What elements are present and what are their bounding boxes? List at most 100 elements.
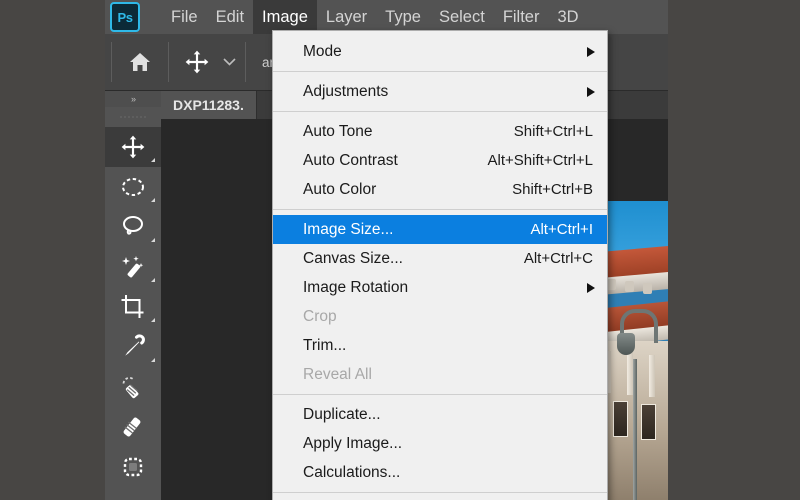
menu-select-label: Select	[438, 7, 485, 26]
chevron-down-icon	[222, 58, 236, 66]
menu-type[interactable]: Type	[376, 0, 430, 34]
menu-item-label: Apply Image...	[303, 434, 403, 452]
magic-wand-icon	[122, 256, 144, 278]
tool-flyout-indicator	[151, 318, 155, 322]
image-corbel	[607, 279, 616, 290]
menu-item-adjustments[interactable]: Adjustments	[273, 77, 607, 106]
menu-item-trim[interactable]: Trim...	[273, 331, 607, 360]
tool-magic-wand[interactable]	[105, 247, 161, 287]
menu-item-image-rotation[interactable]: Image Rotation	[273, 273, 607, 302]
image-menu-dropdown: Mode Adjustments Auto Tone Shift+Ctrl+L …	[272, 30, 608, 500]
menu-item-shortcut: Shift+Ctrl+L	[513, 123, 593, 140]
menu-select[interactable]: Select	[430, 0, 494, 34]
menu-item-shortcut: Alt+Shift+Ctrl+L	[487, 152, 593, 169]
menu-3d[interactable]: 3D	[548, 0, 587, 34]
menu-item-apply-image[interactable]: Apply Image...	[273, 429, 607, 458]
menu-item-label: Crop	[303, 307, 337, 325]
menu-item-auto-color[interactable]: Auto Color Shift+Ctrl+B	[273, 175, 607, 204]
menu-separator	[273, 209, 607, 210]
tool-flyout-indicator	[151, 278, 155, 282]
tool-eyedropper[interactable]	[105, 327, 161, 367]
tool-lasso[interactable]	[105, 207, 161, 247]
screenshot-root: Ps File Edit Image Layer Type Select Fil…	[0, 0, 800, 500]
menu-separator	[273, 71, 607, 72]
menu-separator	[273, 394, 607, 395]
tool-flyout-indicator	[151, 238, 155, 242]
menu-item-shortcut: Alt+Ctrl+C	[523, 250, 593, 267]
image-street-lamp-pole	[633, 359, 637, 500]
home-button[interactable]	[118, 40, 162, 84]
menu-item-duplicate[interactable]: Duplicate...	[273, 400, 607, 429]
tool-move[interactable]	[105, 127, 161, 167]
menu-item-label: Auto Tone	[303, 122, 373, 140]
menu-item-shortcut: Alt+Ctrl+I	[530, 221, 593, 238]
menu-item-auto-tone[interactable]: Auto Tone Shift+Ctrl+L	[273, 117, 607, 146]
tool-elliptical-marquee[interactable]	[105, 167, 161, 207]
image-column	[649, 355, 655, 397]
menu-edit[interactable]: Edit	[207, 0, 253, 34]
menu-item-label: Adjustments	[303, 82, 389, 100]
menu-filter-label: Filter	[502, 7, 540, 26]
options-divider-right	[245, 42, 246, 82]
menu-item-label: Image Size...	[303, 220, 394, 238]
document-tab-label: DXP11283.	[173, 97, 244, 113]
tool-spot-healing-brush[interactable]	[105, 367, 161, 407]
menu-item-auto-contrast[interactable]: Auto Contrast Alt+Shift+Ctrl+L	[273, 146, 607, 175]
menu-image[interactable]: Image	[253, 0, 317, 34]
lasso-tool-icon	[123, 216, 143, 235]
tool-patch[interactable]	[105, 447, 161, 487]
menu-item-mode[interactable]: Mode	[273, 37, 607, 66]
menu-filter[interactable]: Filter	[494, 0, 549, 34]
menu-item-shortcut: Shift+Ctrl+B	[512, 181, 593, 198]
document-tab[interactable]: DXP11283.	[161, 91, 257, 119]
menu-item-label: Auto Contrast	[303, 151, 398, 169]
options-divider-left	[111, 42, 112, 82]
move-tool-icon	[121, 135, 145, 159]
current-tool-button[interactable]	[175, 40, 219, 84]
options-divider-mid	[168, 42, 169, 82]
eyedropper-tool-icon	[125, 334, 145, 356]
tool-brush[interactable]	[105, 407, 161, 447]
image-street-lamp-head	[617, 333, 635, 355]
menu-file-label: File	[171, 7, 198, 26]
menu-file[interactable]: File	[162, 0, 207, 34]
menu-item-label: Calculations...	[303, 463, 401, 481]
menu-layer[interactable]: Layer	[317, 0, 376, 34]
document-image	[603, 201, 668, 500]
elliptical-marquee-tool-icon	[122, 178, 144, 196]
image-window	[641, 404, 656, 440]
tool-flyout-indicator	[151, 158, 155, 162]
menu-item-calculations[interactable]: Calculations...	[273, 458, 607, 487]
menu-item-crop: Crop	[273, 302, 607, 331]
menu-item-label: Reveal All	[303, 365, 372, 383]
submenu-arrow-icon	[587, 86, 595, 97]
tool-flyout-indicator	[151, 358, 155, 362]
menu-separator	[273, 111, 607, 112]
menu-bar: Ps File Edit Image Layer Type Select Fil…	[105, 0, 668, 34]
photoshop-logo-text: Ps	[117, 9, 133, 25]
menu-type-label: Type	[385, 7, 421, 26]
menu-item-label: Auto Color	[303, 180, 377, 198]
menu-item-image-size[interactable]: Image Size... Alt+Ctrl+I	[273, 215, 607, 244]
spot-healing-brush-icon	[122, 376, 139, 399]
tool-crop[interactable]	[105, 287, 161, 327]
menu-3d-label: 3D	[557, 7, 579, 26]
tool-preset-chevron[interactable]	[219, 40, 239, 84]
collapse-panel-button[interactable]: »	[105, 91, 161, 107]
photoshop-logo-icon: Ps	[110, 2, 140, 32]
tools-panel: »	[105, 91, 162, 500]
menu-item-label: Mode	[303, 42, 342, 60]
submenu-arrow-icon	[587, 46, 595, 57]
image-corbel	[625, 281, 634, 292]
menu-item-canvas-size[interactable]: Canvas Size... Alt+Ctrl+C	[273, 244, 607, 273]
home-icon	[130, 53, 150, 71]
menu-item-label: Image Rotation	[303, 278, 409, 296]
toolbar-drag-grip[interactable]	[105, 107, 161, 127]
patch-tool-icon	[123, 457, 143, 477]
image-window	[613, 401, 628, 437]
menu-separator	[273, 492, 607, 493]
menu-layer-label: Layer	[325, 7, 368, 26]
menu-item-label: Trim...	[303, 336, 347, 354]
double-chevron-icon: »	[130, 94, 136, 104]
submenu-arrow-icon	[587, 282, 595, 293]
